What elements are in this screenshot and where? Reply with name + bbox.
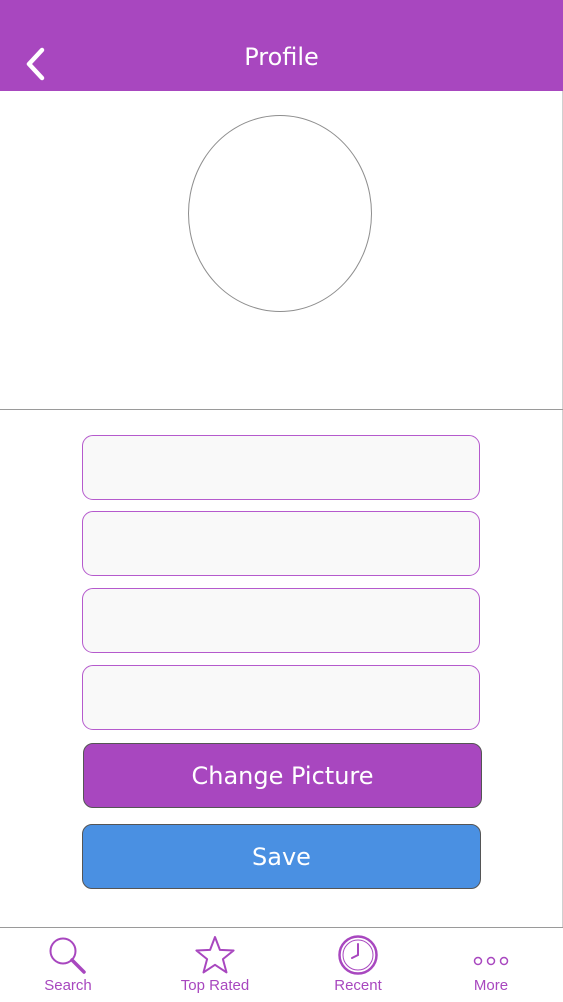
navigation-bar: Profile: [0, 0, 563, 91]
star-icon: [195, 936, 235, 974]
tab-search-label: Search: [44, 977, 92, 994]
profile-field-3[interactable]: [82, 588, 480, 653]
save-button[interactable]: Save: [82, 824, 481, 889]
profile-field-4[interactable]: [82, 665, 480, 730]
tab-more-label: More: [473, 977, 509, 994]
clock-icon: [338, 935, 378, 975]
tab-recent[interactable]: Recent: [308, 928, 408, 1002]
tab-recent-label: Recent: [334, 977, 382, 994]
more-icon: [473, 956, 509, 966]
profile-field-1[interactable]: [82, 435, 480, 500]
change-picture-button[interactable]: Change Picture: [83, 743, 482, 808]
tab-search[interactable]: Search: [18, 928, 118, 1002]
section-divider: [0, 409, 563, 410]
search-icon: [49, 937, 86, 974]
page-title: Profile: [244, 43, 319, 71]
avatar: [188, 115, 372, 312]
tab-bar: Search Top Rated Recent More: [0, 927, 563, 1001]
tab-top-rated-label: Top Rated: [180, 977, 250, 994]
tab-more[interactable]: More: [441, 928, 541, 1002]
profile-field-2[interactable]: [82, 511, 480, 576]
tab-top-rated[interactable]: Top Rated: [165, 928, 265, 1002]
